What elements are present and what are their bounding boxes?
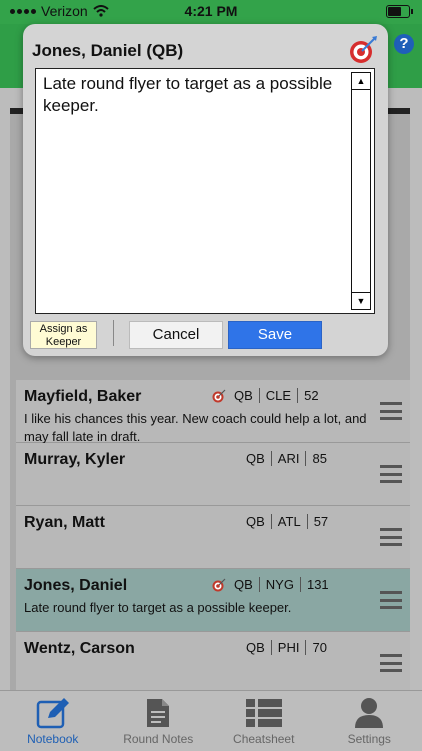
tab-label: Cheatsheet <box>211 732 317 746</box>
target-icon <box>212 389 226 403</box>
player-name: Ryan, Matt <box>24 514 105 532</box>
player-row-jones[interactable]: Jones, Daniel QB NYG 131 Late round flye… <box>16 569 410 632</box>
player-row-mayfield[interactable]: Mayfield, Baker QB CLE 52 I like his cha… <box>16 380 410 443</box>
player-position: QB <box>228 388 259 403</box>
player-position: QB <box>240 514 271 529</box>
player-team: PHI <box>271 640 306 655</box>
drag-handle-icon[interactable] <box>380 528 402 546</box>
player-meta: QB NYG 131 <box>212 577 335 592</box>
document-icon <box>145 697 171 729</box>
player-row-murray[interactable]: Murray, Kyler QB ARI 85 <box>16 443 410 506</box>
assign-label-line2: Keeper <box>31 336 96 349</box>
player-note: I like his chances this year. New coach … <box>24 410 374 446</box>
player-name: Mayfield, Baker <box>24 388 141 406</box>
player-rank: 52 <box>297 388 324 403</box>
player-name: Jones, Daniel <box>24 577 127 595</box>
player-position: QB <box>240 451 271 466</box>
status-time: 4:21 PM <box>0 3 422 19</box>
assign-label-line1: Assign as <box>31 323 96 336</box>
player-meta: QB PHI 70 <box>240 640 333 655</box>
player-team: NYG <box>259 577 300 592</box>
player-team: ARI <box>271 451 306 466</box>
tab-label: Settings <box>317 732 422 746</box>
help-icon[interactable]: ? <box>394 34 414 54</box>
tab-label: Notebook <box>0 732 106 746</box>
player-meta: QB ARI 85 <box>240 451 333 466</box>
scroll-up-arrow-icon[interactable]: ▲ <box>352 73 370 90</box>
tab-notebook[interactable]: Notebook <box>0 691 106 751</box>
player-rank: 70 <box>305 640 332 655</box>
person-icon <box>354 697 384 729</box>
player-note: Late round flyer to target as a possible… <box>24 599 374 617</box>
save-button[interactable]: Save <box>228 321 322 349</box>
player-position: QB <box>240 640 271 655</box>
tab-bar: Notebook Round Notes Cheatsheet Settings <box>0 690 422 751</box>
player-rank: 85 <box>305 451 332 466</box>
player-rank: 131 <box>300 577 335 592</box>
player-rank: 57 <box>307 514 334 529</box>
notebook-icon <box>36 697 70 729</box>
player-row-ryan[interactable]: Ryan, Matt QB ATL 57 <box>16 506 410 569</box>
target-icon[interactable] <box>348 35 378 65</box>
cancel-button[interactable]: Cancel <box>129 321 223 349</box>
player-team: ATL <box>271 514 307 529</box>
note-scrollbar[interactable]: ▲ ▼ <box>351 72 371 310</box>
assign-keeper-button[interactable]: Assign as Keeper <box>30 321 97 349</box>
tab-settings[interactable]: Settings <box>317 691 422 751</box>
note-textarea[interactable]: Late round flyer to target as a possible… <box>35 68 375 314</box>
player-name: Murray, Kyler <box>24 451 125 469</box>
tab-round-notes[interactable]: Round Notes <box>106 691 212 751</box>
drag-handle-icon[interactable] <box>380 654 402 672</box>
drag-handle-icon[interactable] <box>380 465 402 483</box>
player-meta: QB CLE 52 <box>212 388 325 403</box>
note-editor-dialog: Jones, Daniel (QB) Late round flyer to t… <box>23 24 388 356</box>
note-text: Late round flyer to target as a possible… <box>43 73 346 117</box>
drag-handle-icon[interactable] <box>380 402 402 420</box>
battery-icon <box>386 5 410 18</box>
dialog-title: Jones, Daniel (QB) <box>32 41 183 61</box>
target-icon <box>212 578 226 592</box>
tab-cheatsheet[interactable]: Cheatsheet <box>211 691 317 751</box>
scroll-down-arrow-icon[interactable]: ▼ <box>352 292 370 309</box>
status-bar: Verizon 4:21 PM <box>0 0 422 24</box>
button-divider <box>113 320 114 346</box>
player-meta: QB ATL 57 <box>240 514 334 529</box>
player-row-wentz[interactable]: Wentz, Carson QB PHI 70 <box>16 632 410 691</box>
drag-handle-icon[interactable] <box>380 591 402 609</box>
list-icon <box>245 697 283 729</box>
tab-label: Round Notes <box>106 732 212 746</box>
player-name: Wentz, Carson <box>24 640 135 658</box>
player-position: QB <box>228 577 259 592</box>
player-team: CLE <box>259 388 297 403</box>
